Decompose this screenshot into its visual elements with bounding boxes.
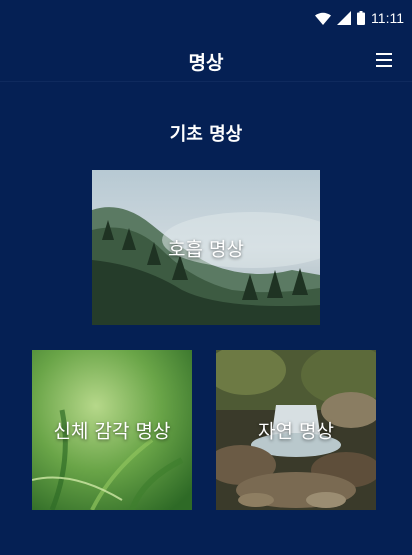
menu-button[interactable] — [376, 51, 394, 67]
card-label: 신체 감각 명상 — [53, 420, 171, 443]
section-title: 기초 명상 — [169, 124, 243, 145]
status-icons: 11:11 — [315, 8, 404, 28]
breathing-meditation-card[interactable]: 호흡 명상 — [92, 170, 320, 325]
status-time: 11:11 — [371, 10, 404, 26]
body-sensation-meditation-card[interactable]: 신체 감각 명상 — [32, 350, 192, 510]
status-bar: 11:11 — [0, 0, 412, 36]
wifi-icon — [315, 12, 332, 25]
app-bar: 명상 — [0, 36, 412, 82]
card-label: 호흡 명상 — [168, 238, 244, 260]
card-label: 자연 명상 — [258, 420, 334, 443]
page-title: 명상 — [188, 52, 224, 74]
signal-icon — [337, 11, 352, 25]
nature-meditation-card[interactable]: 자연 명상 — [216, 350, 376, 510]
battery-icon — [357, 11, 366, 25]
